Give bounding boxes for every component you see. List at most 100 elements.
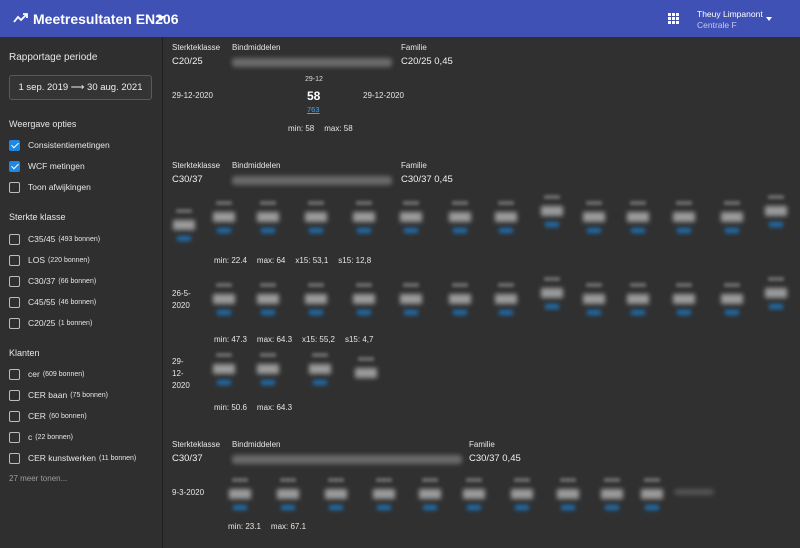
checkbox[interactable] [9,389,20,401]
client-option-cer-upper[interactable]: CER (60 bonnen) [9,409,87,423]
strength-label: Sterkteklasse [172,43,221,52]
stat-s15: s15: 12,8 [338,256,372,265]
measurement-cell-redacted[interactable] [212,353,236,391]
measurement-cell-redacted[interactable] [626,201,650,239]
checkbox[interactable] [9,410,20,422]
measurement-cell-redacted[interactable] [448,201,472,239]
strength-option-c35-45[interactable]: C35/45 (493 bonnen) [9,232,100,246]
measurement-cell-redacted[interactable] [494,201,518,239]
measurement-cell-redacted[interactable] [448,283,472,321]
measurement-cell-redacted[interactable] [582,201,606,239]
apps-grid-icon[interactable] [668,13,679,24]
measurement-cell-redacted[interactable] [212,201,236,239]
family-label: Familie [401,161,427,170]
measurement-cell-redacted[interactable] [494,283,518,321]
checkbox[interactable] [9,254,20,266]
measurement-cell-redacted[interactable] [324,478,348,516]
client-option-cer[interactable]: cer (609 bonnen) [9,367,84,381]
checkbox[interactable] [9,317,20,329]
client-option-cer-baan[interactable]: CER baan (75 bonnen) [9,388,108,402]
measurement-cell-redacted[interactable] [212,283,236,321]
option-count: (220 bonnen) [48,256,90,264]
measurement-cell-redacted[interactable] [352,201,376,239]
checkbox[interactable] [9,452,20,464]
measurement-cell-redacted[interactable] [418,478,442,516]
period-picker-button[interactable]: 1 sep. 2019 ⟶ 30 aug. 2021 [9,75,152,100]
measurement-cell-redacted[interactable] [399,201,423,239]
option-label: cer [28,369,40,379]
title-dropdown-icon[interactable] [157,16,165,21]
measurement-cell-redacted[interactable] [308,353,332,391]
measurement-cell-redacted[interactable] [540,277,564,315]
option-label: LOS [28,255,46,265]
measurement-cell-redacted[interactable] [399,283,423,321]
strength-label: Sterkteklasse [172,161,221,170]
measurement-cell-redacted[interactable] [626,283,650,321]
show-more-link[interactable]: 27 meer tonen... [9,474,67,483]
binder-value-redacted [232,176,392,185]
checkbox-checked[interactable] [9,160,20,172]
client-option-cer-kunstwerken[interactable]: CER kunstwerken (11 bonnen) [9,451,136,465]
checkbox[interactable] [9,275,20,287]
measurement-cell-redacted[interactable] [720,283,744,321]
measurement-cell-redacted[interactable] [600,478,624,516]
cell-link[interactable]: 763 [307,105,320,114]
measurement-cell-redacted[interactable] [764,277,788,315]
strength-value: C30/37 [172,453,203,464]
strength-option-c20-25[interactable]: C20/25 (1 bonnen) [9,316,92,330]
cell-value: 58 [307,89,321,103]
family-value: C20/25 0,45 [401,56,453,67]
measurement-cell-redacted[interactable] [354,357,378,395]
option-label: c [28,432,33,442]
checkbox[interactable] [9,431,20,443]
stat-x15: x15: 55,2 [302,335,335,344]
measurement-cell-redacted[interactable] [304,201,328,239]
measurement-cell-redacted[interactable] [510,478,534,516]
measurement-cell-redacted[interactable] [462,478,486,516]
stat-max: max: 58 [324,124,353,133]
binder-label: Bindmiddelen [232,43,281,52]
measurement-cell-redacted[interactable] [764,195,788,233]
measurement-cell-redacted[interactable] [256,201,280,239]
option-consistentiemetingen[interactable]: Consistentiemetingen [9,138,110,152]
checkbox[interactable] [9,368,20,380]
strength-option-c30-37[interactable]: C30/37 (66 bonnen) [9,274,96,288]
option-label: C20/25 [28,318,56,328]
measurement-cell-redacted[interactable] [372,478,396,516]
measurement-cell-redacted[interactable] [672,283,696,321]
row-stats: min: 50.6 max: 64.3 [214,403,302,412]
binder-value-redacted [232,58,392,67]
app-bar: Meetresultaten EN206 Theuy Limpanont Cen… [0,0,800,37]
option-wcf-metingen[interactable]: WCF metingen [9,159,85,173]
measurement-cell-redacted[interactable] [172,209,196,247]
checkbox[interactable] [9,181,20,193]
measurement-cell-redacted[interactable] [256,353,280,391]
measurement-cell-redacted[interactable] [582,283,606,321]
stat-max: max: 67.1 [270,522,307,531]
strength-option-c45-55[interactable]: C45/55 (46 bonnen) [9,295,96,309]
option-toon-afwijkingen[interactable]: Toon afwijkingen [9,180,91,194]
measurement-cell-redacted[interactable] [640,478,664,516]
measurement-cell-redacted[interactable] [228,478,252,516]
client-option-c[interactable]: c (22 bonnen) [9,430,73,444]
measurement-cell-redacted[interactable] [276,478,300,516]
checkbox-checked[interactable] [9,139,20,151]
checkbox[interactable] [9,296,20,308]
measurement-cell-redacted[interactable] [672,201,696,239]
strength-value: C30/37 [172,174,203,185]
measurement-cell-redacted[interactable] [352,283,376,321]
user-name[interactable]: Theuy Limpanont [697,9,763,19]
option-label: WCF metingen [28,161,85,171]
measurement-cell-redacted[interactable] [720,201,744,239]
strength-class-title: Sterkte klasse [9,212,66,222]
measurement-cell-redacted[interactable] [304,283,328,321]
period-title: Rapportage periode [9,52,98,63]
measurement-cell-redacted[interactable] [540,195,564,233]
measurement-cell-redacted[interactable] [256,283,280,321]
user-organization[interactable]: Centrale F [697,20,737,30]
stat-x15: x15: 53,1 [295,256,329,265]
measurement-cell-redacted[interactable] [556,478,580,516]
checkbox[interactable] [9,233,20,245]
strength-option-los[interactable]: LOS (220 bonnen) [9,253,90,267]
user-menu-caret-icon[interactable] [766,17,772,21]
